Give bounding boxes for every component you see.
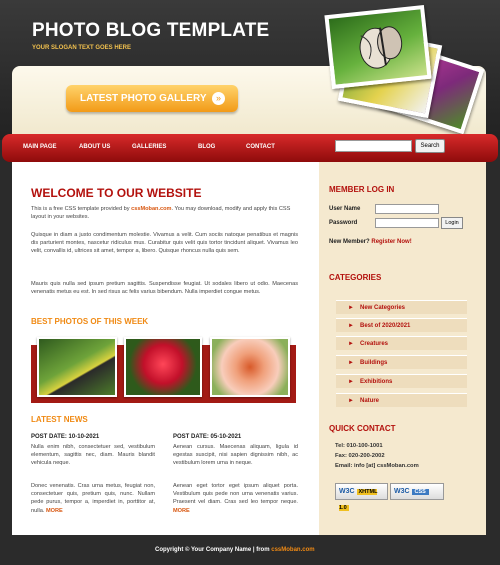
site-title: PHOTO BLOG TEMPLATE — [32, 20, 270, 41]
nav-galleries[interactable]: GALLERIES — [132, 144, 166, 150]
gallery-photo-hibiscus[interactable] — [210, 337, 290, 397]
category-label: Exhibitions — [360, 379, 393, 385]
category-label: Nature — [360, 398, 380, 404]
nav-blog[interactable]: BLOG — [198, 144, 215, 150]
welcome-paragraph-2: Quisque in diam a justo condimentum mole… — [31, 232, 298, 255]
arrow-icon: ► — [348, 398, 354, 404]
post-date: POST DATE: 10-10-2021 — [31, 434, 100, 440]
arrow-icon: ► — [348, 305, 354, 311]
w3c-logo: W3C — [339, 488, 355, 495]
intro-text: This is a free CSS template provided by — [31, 206, 132, 212]
arrow-icon: ► — [348, 360, 354, 366]
member-login-heading: MEMBER LOG IN — [329, 185, 395, 194]
latest-news-heading: LATEST NEWS — [31, 415, 88, 424]
username-label: User Name — [329, 206, 361, 212]
footer-link[interactable]: cssMoban.com — [271, 547, 314, 553]
cssmoban-link[interactable]: cssMoban.com — [131, 206, 171, 212]
category-label: Creatures — [360, 341, 389, 347]
header-photo-front — [324, 4, 432, 90]
footer-copyright: Copyright © Your Company Name | from css… — [155, 547, 315, 553]
quick-contact-heading: QUICK CONTACT — [329, 424, 396, 433]
arrow-right-icon: » — [212, 92, 225, 105]
css-valid-badge[interactable]: W3C CSS — [390, 483, 444, 500]
category-label: New Categories — [360, 305, 406, 311]
post-text-2: Aenean eget tortor eget ipsum aliquet po… — [173, 482, 298, 515]
css-label: CSS — [411, 489, 429, 495]
login-button[interactable]: Login — [441, 217, 463, 229]
arrow-icon: ► — [348, 379, 354, 385]
butterfly-icon — [359, 26, 403, 69]
arrow-icon: ► — [348, 323, 354, 329]
post-date: POST DATE: 05-10-2021 — [173, 434, 242, 440]
gallery-photo-butterfly[interactable] — [37, 337, 117, 397]
gallery-photo-red-flower[interactable] — [124, 337, 202, 397]
categories-heading: CATEGORIES — [329, 273, 382, 282]
category-item[interactable]: ► Nature — [336, 393, 467, 407]
contact-tel: Tel: 010-100-1001 — [335, 443, 383, 449]
copyright-text: Copyright © Your Company Name | from — [155, 547, 272, 553]
search-button[interactable]: Search — [415, 139, 445, 153]
new-member-text: New Member? Register Now! — [329, 239, 412, 245]
new-member-label: New Member? — [329, 239, 370, 245]
site-slogan: YOUR SLOGAN TEXT GOES HERE — [32, 45, 132, 51]
welcome-intro: This is a free CSS template provided by … — [31, 205, 298, 221]
category-item[interactable]: ► Best of 2020/2021 — [336, 318, 467, 332]
post-text-2: Donec venenatis. Cras urna metus, feugia… — [31, 482, 155, 515]
register-link[interactable]: Register Now! — [371, 239, 411, 245]
category-label: Best of 2020/2021 — [360, 323, 411, 329]
xhtml-valid-badge[interactable]: W3C XHTML 1.0 — [335, 483, 388, 511]
more-link[interactable]: MORE — [46, 508, 63, 514]
username-input[interactable] — [375, 204, 439, 214]
contact-fax: Fax: 020-200-2002 — [335, 453, 385, 459]
post-body: Aenean eget tortor eget ipsum aliquet po… — [173, 483, 298, 506]
w3c-logo: W3C — [394, 488, 410, 495]
nav-main-page[interactable]: MAIN PAGE — [23, 144, 57, 150]
password-label: Password — [329, 220, 358, 226]
category-item[interactable]: ► Buildings — [336, 355, 467, 369]
welcome-heading: WELCOME TO OUR WEBSITE — [31, 186, 202, 200]
post-text: Nulla enim nibh, consectetuer sed, vesti… — [31, 444, 155, 467]
search-input[interactable] — [335, 140, 412, 152]
nav-about-us[interactable]: ABOUT US — [79, 144, 110, 150]
more-link[interactable]: MORE — [173, 508, 190, 514]
nav-contact[interactable]: CONTACT — [246, 144, 275, 150]
category-item[interactable]: ► Creatures — [336, 336, 467, 350]
category-label: Buildings — [360, 360, 388, 366]
welcome-paragraph-3: Mauris quis nulla sed ipsum pretium sagi… — [31, 281, 298, 296]
arrow-icon: ► — [348, 341, 354, 347]
category-item[interactable]: ► New Categories — [336, 300, 467, 314]
contact-email: Email: info [at] cssMoban.com — [335, 463, 419, 469]
post-text: Aenean cursus. Maecenas aliquam, ligula … — [173, 444, 298, 467]
best-photos-heading: BEST PHOTOS OF THIS WEEK — [31, 317, 149, 326]
category-item[interactable]: ► Exhibitions — [336, 374, 467, 388]
password-input[interactable] — [375, 218, 439, 228]
